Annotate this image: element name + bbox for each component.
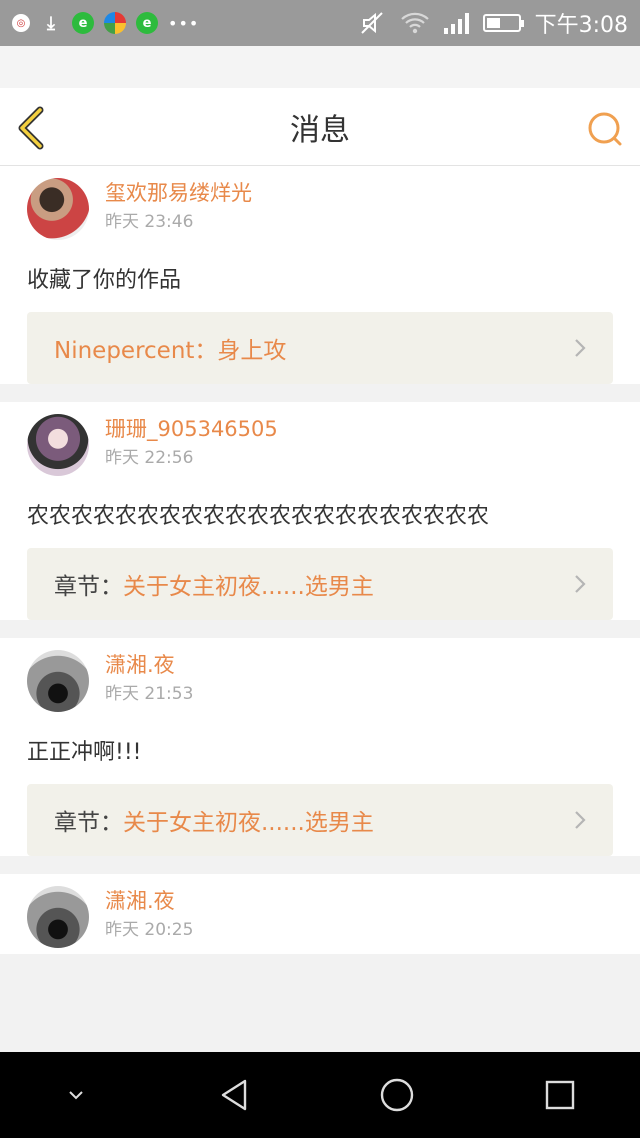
message-card: 珊珊_905346505 昨天 22:56 农农农农农农农农农农农农农农农农农农… [0, 402, 640, 620]
username-link[interactable]: 潇湘.夜 [105, 886, 193, 916]
chevron-right-icon [575, 339, 586, 357]
message-card: 潇湘.夜 昨天 21:53 正正冲啊!!! 章节： 关于女主初夜......选男… [0, 638, 640, 856]
link-title: Ninepercent：身上攻 [54, 338, 287, 364]
download-icon: ⤓ [47, 12, 55, 34]
chevron-right-icon [575, 575, 586, 593]
mute-icon [360, 12, 383, 34]
avatar[interactable] [27, 650, 89, 712]
wifi-icon [400, 12, 429, 34]
avatar[interactable] [27, 886, 89, 948]
link-label: 章节： [54, 574, 123, 600]
link-title: 关于女主初夜......选男主 [123, 574, 374, 600]
chapter-link[interactable]: 章节： 关于女主初夜......选男主 [27, 548, 613, 620]
message-content: 农农农农农农农农农农农农农农农农农农农农农 [27, 504, 490, 529]
message-card: 潇湘.夜 昨天 20:25 [0, 874, 640, 954]
message-time: 昨天 23:46 [105, 212, 194, 232]
message-content: 正正冲啊!!! [27, 740, 142, 765]
more-notifications-icon: ••• [168, 13, 200, 33]
message-content: 收藏了你的作品 [27, 268, 182, 293]
search-button[interactable] [586, 110, 624, 148]
hide-keyboard-button[interactable] [64, 1088, 88, 1102]
battery-icon [482, 14, 524, 32]
message-time: 昨天 20:25 [105, 920, 194, 940]
system-nav-bar [0, 1052, 640, 1138]
link-title: 关于女主初夜......选男主 [123, 810, 374, 836]
message-list: 玺欢那易缕烊光 昨天 23:46 收藏了你的作品 Ninepercent：身上攻… [0, 166, 640, 1052]
message-time: 昨天 21:53 [105, 684, 194, 704]
message-time: 昨天 22:56 [105, 448, 194, 468]
chevron-right-icon [575, 811, 586, 829]
back-nav-button[interactable] [217, 1077, 251, 1113]
avatar[interactable] [27, 414, 89, 476]
chapter-link[interactable]: 章节： 关于女主初夜......选男主 [27, 784, 613, 856]
work-link[interactable]: Ninepercent：身上攻 [27, 312, 613, 384]
status-bar: ◎ ⤓ e e ••• 下午3:08 [0, 0, 640, 46]
status-notification-icons: ◎ ⤓ e e ••• [12, 12, 199, 34]
browser-e-icon-2: e [136, 12, 158, 34]
browser-e-icon: e [72, 12, 94, 34]
signal-icon [443, 12, 469, 34]
back-button[interactable] [14, 106, 54, 150]
top-nav: 消息 [0, 88, 640, 166]
status-time: 下午3:08 [534, 13, 628, 38]
avatar[interactable] [27, 178, 89, 240]
username-link[interactable]: 玺欢那易缕烊光 [105, 178, 252, 208]
message-card: 玺欢那易缕烊光 昨天 23:46 收藏了你的作品 Ninepercent：身上攻 [0, 166, 640, 384]
recents-nav-button[interactable] [544, 1079, 576, 1111]
header-spacer [0, 46, 640, 88]
link-label: 章节： [54, 810, 123, 836]
page-title: 消息 [290, 112, 350, 148]
home-nav-button[interactable] [379, 1077, 415, 1113]
username-link[interactable]: 珊珊_905346505 [105, 414, 278, 444]
app-colorful-icon [104, 12, 126, 34]
username-link[interactable]: 潇湘.夜 [105, 650, 193, 680]
app-target-icon: ◎ [12, 14, 30, 32]
